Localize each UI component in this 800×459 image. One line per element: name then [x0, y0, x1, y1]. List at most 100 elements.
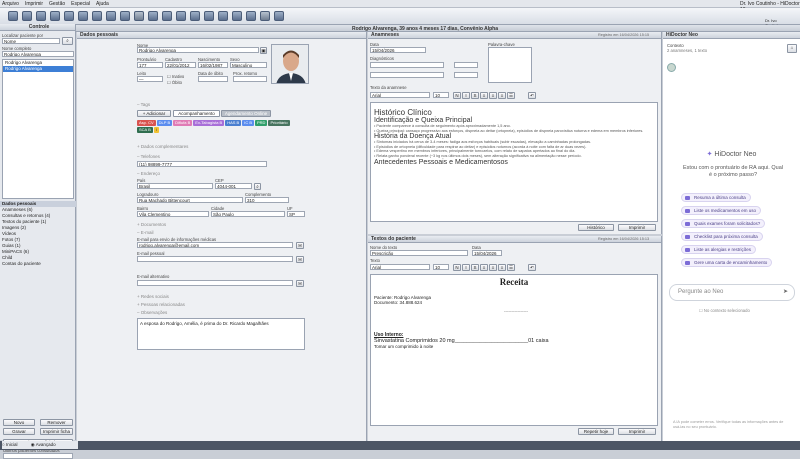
- undo-icon[interactable]: ↶: [528, 264, 536, 271]
- textos-font-select[interactable]: Arial: [370, 264, 430, 270]
- tag-chip[interactable]: Prioritário: [268, 120, 290, 126]
- menu-gestao[interactable]: Gestão: [49, 1, 65, 7]
- report-icon[interactable]: [106, 11, 116, 21]
- complemento-field[interactable]: 310: [245, 197, 289, 203]
- email-pessoal-field[interactable]: [137, 256, 293, 262]
- email-field[interactable]: rodrigo.alvarenga@email.com: [137, 242, 293, 248]
- notes-icon[interactable]: [50, 11, 60, 21]
- anamnese-text-area[interactable]: Histórico Clínico Identificação e Queixa…: [370, 102, 658, 222]
- diag-field-1[interactable]: [370, 62, 444, 68]
- imprimir-ficha-button[interactable]: Imprimir ficha: [40, 428, 73, 435]
- print-icon[interactable]: [92, 11, 102, 21]
- chip-medicamentos[interactable]: Liste os medicamentos em uso: [681, 206, 762, 215]
- repetir-hoje-button[interactable]: Repetir hoje: [578, 428, 614, 435]
- tag-chip[interactable]: SCA B: [137, 127, 153, 133]
- obito-date-field[interactable]: [198, 76, 228, 82]
- chip-alergias[interactable]: Liste as alergias e restrições: [681, 245, 757, 254]
- search-mode-select[interactable]: Nome: [2, 38, 60, 44]
- tag-chip[interactable]: IC B: [242, 120, 254, 126]
- mail-pessoal-icon[interactable]: ✉: [296, 256, 304, 263]
- inativo-checkbox[interactable]: ☐ Inativo: [167, 74, 184, 79]
- calendar-icon[interactable]: [22, 11, 32, 21]
- list-item-selected[interactable]: Rodrigo Alvarenga: [3, 66, 73, 72]
- list-icon[interactable]: ☰: [507, 264, 515, 271]
- document-icon[interactable]: [274, 11, 284, 21]
- historico-button[interactable]: Histórico: [578, 224, 614, 231]
- chip-resumo[interactable]: Resuma a última consulta: [681, 193, 751, 202]
- disk-icon[interactable]: [190, 11, 200, 21]
- chip-exames[interactable]: Quais exames foram solicitados?: [681, 219, 766, 228]
- diag-field-2[interactable]: [454, 62, 478, 68]
- search-cep-icon[interactable]: ⌕: [254, 183, 261, 190]
- obito-checkbox[interactable]: ☐ Óbito: [167, 80, 182, 85]
- cidade-field[interactable]: São Paulo: [211, 211, 285, 217]
- diag-field-3[interactable]: [370, 72, 444, 78]
- tag-chip[interactable]: PRD: [255, 120, 268, 126]
- lock-icon[interactable]: ▣: [260, 47, 267, 54]
- align-center-icon[interactable]: ≡: [489, 264, 497, 271]
- image-icon[interactable]: [120, 11, 130, 21]
- stack-icon[interactable]: [78, 11, 88, 21]
- pais-select[interactable]: Brasil: [137, 183, 213, 189]
- size-select[interactable]: 10: [433, 92, 449, 98]
- email-alt-field[interactable]: [137, 280, 293, 286]
- search-input[interactable]: Rodrigo Alvarenga: [2, 51, 74, 57]
- neo-input[interactable]: Pergunte ao Neo ➤: [669, 284, 795, 301]
- leito-field[interactable]: —: [137, 76, 163, 82]
- underline-icon[interactable]: S: [471, 264, 479, 271]
- gear-icon[interactable]: [176, 11, 186, 21]
- align-center-icon[interactable]: ≡: [489, 92, 497, 99]
- nome-texto-field[interactable]: Prescrição: [370, 250, 468, 256]
- novo-button[interactable]: Novo: [3, 419, 35, 426]
- money-icon[interactable]: [134, 11, 144, 21]
- chip-carta[interactable]: Gere uma carta de encaminhamento: [681, 258, 773, 267]
- user-icon[interactable]: [36, 11, 46, 21]
- tag-chip[interactable]: HAS B: [225, 120, 242, 126]
- observacoes-textarea[interactable]: A esposa do Rodrigo, Amélia, é prima do …: [137, 318, 305, 350]
- refresh-icon[interactable]: [232, 11, 242, 21]
- menu-arquivo[interactable]: Arquivo: [2, 1, 19, 7]
- cadastro-field[interactable]: 22/01/2012: [165, 62, 196, 68]
- textos-data-field[interactable]: 15/04/2026: [472, 250, 502, 256]
- radio-inicial[interactable]: ○ Inicial: [2, 442, 17, 447]
- underline-icon[interactable]: S: [471, 92, 479, 99]
- camera-icon[interactable]: [204, 11, 214, 21]
- menu-ajuda[interactable]: Ajuda: [96, 1, 109, 7]
- prontuario-field[interactable]: 177: [137, 62, 163, 68]
- tag-chip[interactable]: Asp. CV: [137, 120, 156, 126]
- radio-avancado[interactable]: ◉ Avançado: [31, 442, 56, 447]
- attach-icon[interactable]: ⌂: [787, 44, 797, 53]
- align-right-icon[interactable]: ≡: [498, 264, 506, 271]
- remover-button[interactable]: Remover: [40, 419, 73, 426]
- undo-icon[interactable]: ↶: [528, 92, 536, 99]
- mail-icon[interactable]: ✉: [296, 242, 304, 249]
- prox-retorno-field[interactable]: [233, 76, 267, 82]
- textos-imprimir-button[interactable]: Imprimir: [618, 428, 656, 435]
- binoculars-icon[interactable]: ⌕: [62, 37, 73, 45]
- diag-field-4[interactable]: [454, 72, 478, 78]
- bold-icon[interactable]: N: [453, 264, 461, 271]
- tag-chip[interactable]: DLP B: [156, 120, 173, 126]
- textos-size-select[interactable]: 10: [433, 264, 449, 270]
- receita-text-area[interactable]: Receita Paciente: Rodrigo Alvarenga Docu…: [370, 274, 658, 426]
- align-right-icon[interactable]: ≡: [498, 92, 506, 99]
- sexo-select[interactable]: Masculino: [230, 62, 267, 68]
- settings-icon[interactable]: [246, 11, 256, 21]
- anam-imprimir-button[interactable]: Imprimir: [618, 224, 656, 231]
- bold-icon[interactable]: N: [453, 92, 461, 99]
- font-select[interactable]: Arial: [370, 92, 430, 98]
- nome-field[interactable]: Rodrigo Alvarenga: [137, 47, 259, 53]
- nascimento-field[interactable]: 16/02/1987: [198, 62, 228, 68]
- tag-chip[interactable]: I: [153, 127, 159, 133]
- no-context-checkbox[interactable]: ☐ No contexto selecionado: [699, 308, 750, 313]
- tag-chip[interactable]: Diflufa B: [173, 120, 193, 126]
- mail-alt-icon[interactable]: ✉: [296, 280, 304, 287]
- telefone-field[interactable]: (11) 98899-7777: [137, 161, 267, 167]
- book-icon[interactable]: [64, 11, 74, 21]
- chart-icon[interactable]: [162, 11, 172, 21]
- tab-agendamento[interactable]: Agendamento Online: [221, 110, 271, 117]
- anam-data-field[interactable]: 15/04/2026: [370, 47, 426, 53]
- palavra-chave-list[interactable]: [488, 47, 532, 83]
- send-icon[interactable]: ➤: [783, 285, 788, 300]
- cep-field[interactable]: 4044-001: [215, 183, 252, 189]
